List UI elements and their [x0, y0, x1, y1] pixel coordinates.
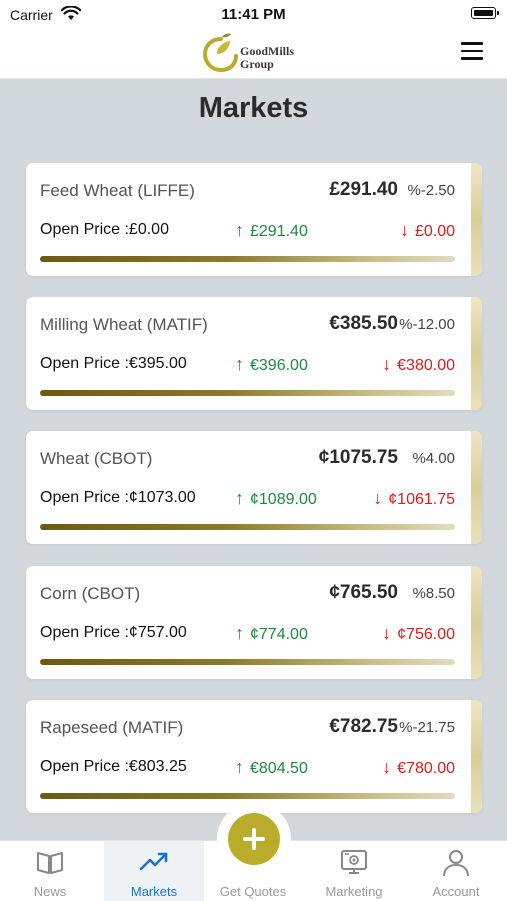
- trending-up-icon: [104, 849, 204, 879]
- low-price: ↓ €780.00: [382, 757, 455, 777]
- high-price: ↑ ¢1089.00: [235, 488, 317, 508]
- tab-label: Markets: [130, 884, 178, 899]
- arrow-up-icon: ↑: [235, 623, 244, 643]
- marketing-icon: [304, 849, 404, 879]
- arrow-up-icon: ↑: [235, 757, 244, 777]
- get-quotes-button[interactable]: [228, 813, 280, 865]
- arrow-down-icon: ↓: [382, 354, 392, 374]
- market-price: ¢765.50: [329, 582, 398, 603]
- market-change: %-2.50: [407, 182, 455, 199]
- market-name: Wheat (CBOT): [40, 449, 153, 468]
- high-price: ↑ £291.40: [235, 220, 308, 240]
- market-price: €782.75: [329, 716, 398, 737]
- market-price: £291.40: [329, 179, 398, 200]
- market-price: €385.50: [329, 313, 398, 334]
- market-card[interactable]: Feed Wheat (LIFFE) £291.40 %-2.50 Open P…: [26, 163, 482, 276]
- brand-logo: GoodMills Group: [203, 33, 313, 73]
- price-range-bar: [40, 793, 455, 799]
- open-price: Open Price :¢1073.00: [40, 489, 196, 506]
- low-price: ↓ €380.00: [382, 354, 455, 374]
- brand-name-line2: Group: [240, 57, 274, 71]
- high-price: ↑ ¢774.00: [235, 623, 308, 643]
- arrow-down-icon: ↓: [399, 220, 409, 240]
- tab-label: Marketing: [325, 884, 383, 899]
- high-price: ↑ €396.00: [235, 354, 308, 374]
- price-range-bar: [40, 256, 455, 262]
- arrow-down-icon: ↓: [373, 488, 383, 508]
- tab-label: Account: [432, 884, 480, 899]
- market-name: Milling Wheat (MATIF): [40, 315, 208, 334]
- open-price: Open Price :€395.00: [40, 355, 187, 372]
- arrow-up-icon: ↑: [235, 354, 244, 374]
- tab-marketing[interactable]: Marketing: [304, 841, 404, 901]
- market-change: %4.00: [412, 450, 455, 467]
- open-price: Open Price :€803.25: [40, 758, 187, 775]
- menu-icon[interactable]: [461, 42, 483, 60]
- open-price: Open Price :¢757.00: [40, 624, 187, 641]
- tab-news[interactable]: News: [0, 841, 100, 901]
- user-icon: [406, 849, 506, 879]
- low-price: ↓ £0.00: [399, 220, 455, 240]
- price-range-bar: [40, 390, 455, 396]
- market-name: Corn (CBOT): [40, 584, 141, 603]
- battery-icon: [471, 7, 499, 19]
- logo-mark-icon: [203, 33, 238, 73]
- top-nav-bar: GoodMills Group: [0, 30, 507, 79]
- book-icon: [0, 849, 100, 879]
- low-price: ↓ ¢1061.75: [373, 488, 455, 508]
- arrow-down-icon: ↓: [382, 623, 392, 643]
- market-card[interactable]: Rapeseed (MATIF) €782.75 %-21.75 Open Pr…: [26, 700, 482, 813]
- market-change: %-12.00: [399, 316, 455, 333]
- market-change: %-21.75: [399, 719, 455, 736]
- status-time: 11:41 PM: [221, 6, 286, 23]
- tab-label: News: [33, 884, 67, 899]
- tab-account[interactable]: Account: [406, 841, 506, 901]
- tab-markets[interactable]: Markets: [104, 841, 204, 901]
- high-price: ↑ €804.50: [235, 757, 308, 777]
- price-range-bar: [40, 659, 455, 665]
- low-price: ↓ ¢756.00: [382, 623, 455, 643]
- page-title: Markets: [198, 92, 309, 124]
- market-change: %8.50: [412, 585, 455, 602]
- market-card[interactable]: Wheat (CBOT) ¢1075.75 %4.00 Open Price :…: [26, 431, 482, 544]
- market-card[interactable]: Corn (CBOT) ¢765.50 %8.50 Open Price :¢7…: [26, 566, 482, 679]
- market-card[interactable]: Milling Wheat (MATIF) €385.50 %-12.00 Op…: [26, 297, 482, 410]
- status-bar: Carrier 11:41 PM: [0, 0, 507, 30]
- market-name: Rapeseed (MATIF): [40, 718, 184, 737]
- market-price: ¢1075.75: [318, 447, 398, 468]
- tab-label: Get Quotes: [219, 884, 287, 899]
- arrow-down-icon: ↓: [382, 757, 392, 777]
- price-range-bar: [40, 524, 455, 530]
- arrow-up-icon: ↑: [235, 220, 244, 240]
- arrow-up-icon: ↑: [235, 488, 244, 508]
- market-name: Feed Wheat (LIFFE): [40, 181, 195, 200]
- open-price: Open Price :£0.00: [40, 221, 169, 238]
